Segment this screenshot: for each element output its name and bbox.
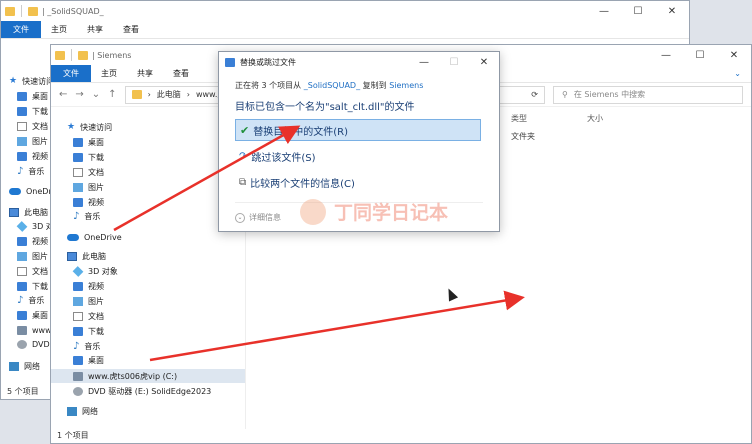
arrow-to-replace-option: [113, 125, 301, 232]
arrow-to-file-area: [149, 290, 525, 362]
annotation-arrows: [113, 125, 525, 362]
